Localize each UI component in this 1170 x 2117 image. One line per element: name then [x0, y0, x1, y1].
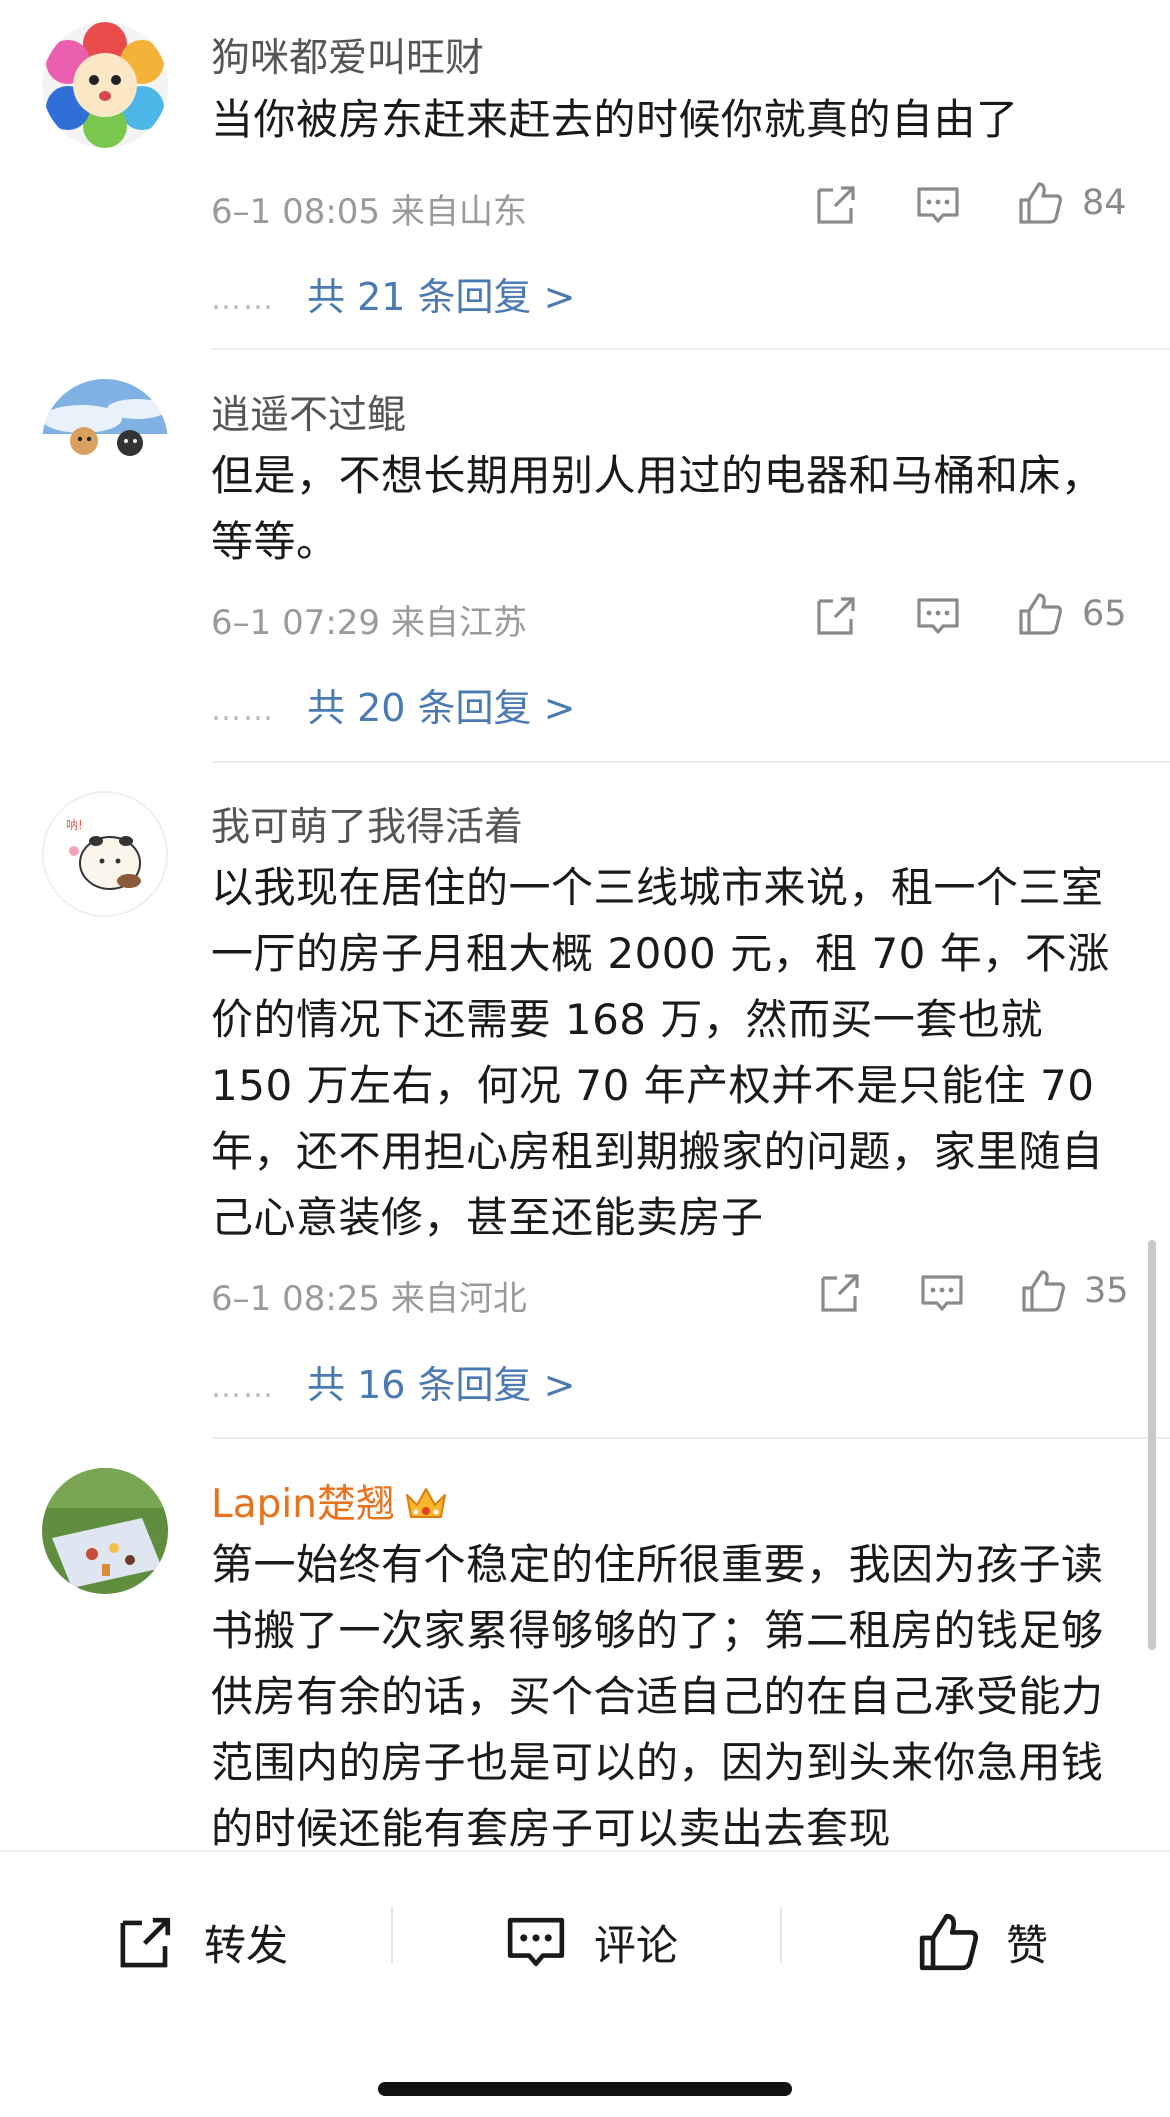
- home-indicator[interactable]: [378, 2082, 792, 2096]
- comment-button[interactable]: 评论: [502, 1902, 678, 1982]
- comment-divider: [211, 761, 1170, 763]
- repost-button[interactable]: 转发: [112, 1902, 288, 1982]
- avatar[interactable]: 呐!: [42, 791, 168, 917]
- svg-text:呐!: 呐!: [66, 818, 83, 832]
- comment-text: 第一始终有个稳定的住所很重要，我因为孩子读书搬了一次家累得够够的了；第二租房的钱…: [211, 1540, 1104, 1853]
- like-icon: [914, 1908, 982, 1976]
- avatar[interactable]: [42, 22, 168, 148]
- replies-count[interactable]: 共 20 条回复 >: [307, 686, 575, 730]
- like-count: 65: [1082, 594, 1127, 634]
- comment-divider: [211, 348, 1170, 350]
- like-icon[interactable]: [1015, 178, 1065, 228]
- cartoon-avatar-icon: 呐!: [44, 793, 166, 915]
- repost-label: 转发: [204, 1920, 289, 1970]
- crown-badge-icon: [403, 1481, 449, 1533]
- repost-icon[interactable]: [811, 591, 861, 641]
- view-replies-link[interactable]: …… 共 20 条回复 >: [211, 677, 575, 732]
- comment-meta: 6–1 07:29 来自江苏: [211, 603, 527, 643]
- comment-text: 当你被房东赶来赶去的时候你就真的自由了: [211, 95, 1019, 144]
- like-count: 84: [1082, 183, 1127, 223]
- comment-divider: [211, 1437, 1170, 1439]
- replies-dots: ……: [211, 1370, 275, 1405]
- repost-icon[interactable]: [811, 180, 861, 230]
- comment-label: 评论: [594, 1920, 679, 1970]
- username-text[interactable]: Lapin楚翘: [211, 1482, 395, 1527]
- repost-icon[interactable]: [815, 1268, 865, 1318]
- avatar[interactable]: [42, 1468, 168, 1594]
- dogs-avatar-icon: [42, 379, 168, 505]
- comment-meta: 6–1 08:05 来自山东: [211, 192, 527, 232]
- view-replies-link[interactable]: …… 共 21 条回复 >: [211, 266, 575, 321]
- repost-icon: [112, 1908, 180, 1976]
- replies-count[interactable]: 共 16 条回复 >: [307, 1363, 575, 1407]
- divider: [391, 1907, 393, 1963]
- like-icon[interactable]: [1015, 589, 1065, 639]
- comment-username[interactable]: Lapin楚翘: [211, 1473, 449, 1533]
- replies-dots: ……: [211, 693, 275, 728]
- scrollbar[interactable]: [1148, 1240, 1156, 1650]
- comment-text: 以我现在居住的一个三线城市来说，租一个三室一厅的房子月租大概 2000 元，租 …: [211, 863, 1110, 1242]
- divider: [780, 1907, 782, 1963]
- like-button[interactable]: 赞: [914, 1902, 1048, 1982]
- comment-username[interactable]: 狗咪都爱叫旺财: [211, 27, 484, 83]
- comment-meta: 6–1 08:25 来自河北: [211, 1279, 527, 1319]
- picnic-avatar-icon: [42, 1468, 168, 1594]
- comment-icon[interactable]: [913, 591, 963, 641]
- flower-avatar-icon: [42, 22, 168, 148]
- bottom-action-bar: 转发 评论 赞: [0, 1850, 1170, 2117]
- comment-icon: [502, 1908, 570, 1976]
- like-count: 35: [1084, 1271, 1129, 1311]
- comment-icon[interactable]: [913, 180, 963, 230]
- comment-text: 但是，不想长期用别人用过的电器和马桶和床，等等。: [211, 451, 1104, 566]
- avatar[interactable]: [42, 379, 168, 505]
- comment-icon[interactable]: [917, 1268, 967, 1318]
- replies-count[interactable]: 共 21 条回复 >: [307, 275, 575, 319]
- replies-dots: ……: [211, 282, 275, 317]
- view-replies-link[interactable]: …… 共 16 条回复 >: [211, 1354, 575, 1409]
- like-icon[interactable]: [1018, 1266, 1068, 1316]
- comment-username[interactable]: 我可萌了我得活着: [211, 796, 523, 852]
- like-label: 赞: [1006, 1920, 1049, 1970]
- comment-username[interactable]: 逍遥不过鲲: [211, 384, 406, 440]
